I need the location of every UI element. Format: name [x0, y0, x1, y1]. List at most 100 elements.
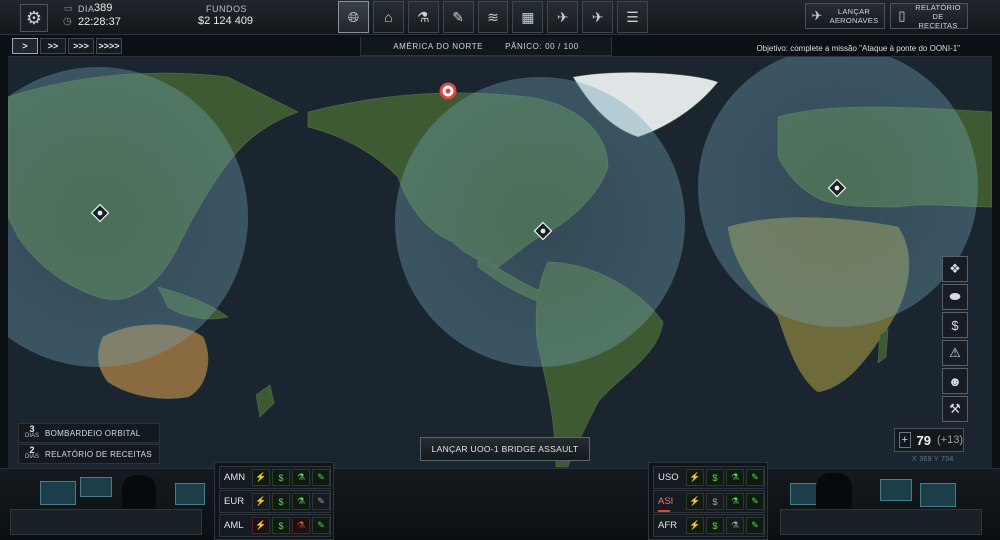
world-map[interactable] — [8, 56, 992, 469]
settings-gear-icon[interactable]: ⚙ — [20, 4, 48, 32]
money-status-icon: $ — [272, 469, 290, 486]
shield-plus-icon: + — [899, 432, 911, 448]
map-coordinates: X 369 Y 704 — [912, 456, 954, 463]
game-time: 22:28:37 — [78, 16, 121, 28]
speed-2-button[interactable]: >> — [40, 38, 66, 54]
satellite-icon: ⚡ — [686, 517, 704, 534]
globe-icon[interactable]: 🌐︎ — [338, 1, 369, 33]
region-panel-left: AMN ⚡ $ ⚗ ✎ EUR ⚡ $ ⚗ ✎ AML ⚡ $ ⚗ ✎ — [214, 462, 334, 540]
research-icon[interactable]: ⚗ — [407, 1, 439, 33]
region-code: AML — [224, 520, 244, 531]
event-days-label: DIAS — [24, 454, 39, 460]
region-code: EUR — [224, 496, 245, 507]
money-status-icon: $ — [706, 493, 724, 510]
launch-aircraft-button[interactable]: ✈ LANÇAR AERONAVES — [805, 3, 885, 29]
region-panic-bar: AMÉRICA DO NORTE PÂNICO: 00 / 100 — [360, 37, 612, 56]
credits-display: + 79 (+13) — [894, 428, 964, 452]
top-bar: ⚙ ▭ DIA 389 ◷ 22:28:37 FUNDOS $2 124 409… — [0, 0, 1000, 35]
region-code: USO — [658, 472, 679, 483]
mission-alert-marker[interactable] — [439, 82, 457, 100]
credits-delta: (+13) — [937, 434, 963, 446]
aircraft-launch-icon: ✈ — [811, 8, 823, 23]
clock-icon: ◷ — [63, 16, 72, 27]
event-orbital-bombardment[interactable]: 3 DIAS BOMBARDEIO ORBITAL — [18, 423, 160, 443]
launch-aircraft-label: LANÇAR AERONAVES — [829, 7, 879, 25]
money-icon[interactable]: $ — [942, 312, 968, 338]
region-row-aml[interactable]: AML ⚡ $ ⚗ ✎ — [219, 514, 331, 537]
alert-indicator — [658, 510, 670, 512]
satellite-icon: ⚡ — [252, 469, 270, 486]
region-row-uso[interactable]: USO ⚡ $ ⚗ ✎ — [653, 466, 765, 489]
region-panel-right: USO ⚡ $ ⚗ ✎ ASI ⚡ $ ⚗ ✎ AFR ⚡ $ ⚗ ✎ — [648, 462, 768, 540]
research-status-icon: ⚗ — [292, 517, 310, 534]
region-row-afr[interactable]: AFR ⚡ $ ⚗ ✎ — [653, 514, 765, 537]
money-status-icon: $ — [272, 493, 290, 510]
income-report-button[interactable]: ▯ RELATÓRIO DE RECEITAS — [890, 2, 968, 30]
launch-mission-button[interactable]: LANÇAR UOO-1 BRIDGE ASSAULT — [420, 437, 590, 461]
region-row-eur[interactable]: EUR ⚡ $ ⚗ ✎ — [219, 490, 331, 513]
engineering-icon[interactable]: ✎ — [442, 1, 474, 33]
warning-icon[interactable]: ⚠ — [942, 340, 968, 366]
facilities-icon[interactable]: ▦ — [512, 1, 544, 33]
research-status-icon: ⚗ — [726, 517, 744, 534]
speed-4-button[interactable]: >>>> — [96, 38, 122, 54]
region-row-amn[interactable]: AMN ⚡ $ ⚗ ✎ — [219, 466, 331, 489]
base-navigation: 🌐︎ ⌂ ⚗ ✎ ≋ ▦ ✈︎ ✈ ☰ — [336, 0, 650, 36]
credits-value: 79 — [916, 432, 931, 448]
funds-label: FUNDOS — [206, 4, 247, 14]
satellite-icon: ⚡ — [252, 517, 270, 534]
day-value: 389 — [94, 2, 113, 14]
money-status-icon: $ — [272, 517, 290, 534]
region-name: AMÉRICA DO NORTE — [393, 41, 484, 51]
engineering-status-icon: ✎ — [746, 493, 764, 510]
region-code: AMN — [224, 472, 246, 483]
report-icon[interactable]: ☰ — [617, 1, 649, 33]
event-income-report[interactable]: 2 DIAS RELATÓRIO DE RECEITAS — [18, 444, 160, 464]
speed-3-button[interactable]: >>> — [68, 38, 94, 54]
engineering-status-icon: ✎ — [312, 493, 330, 510]
satellite-icon: ⚡ — [686, 493, 704, 510]
crane-icon[interactable]: ⚒ — [942, 396, 968, 422]
barracks-icon[interactable]: ≋ — [477, 1, 509, 33]
region-code: ASI — [658, 496, 674, 507]
scientist-icon[interactable]: ☻ — [942, 368, 968, 394]
research-status-icon: ⚗ — [726, 469, 744, 486]
event-title: BOMBARDEIO ORBITAL — [45, 428, 141, 438]
income-report-label: RELATÓRIO DE RECEITAS — [915, 2, 961, 30]
engineering-status-icon: ✎ — [312, 517, 330, 534]
research-status-icon: ⚗ — [726, 493, 744, 510]
engineering-status-icon: ✎ — [312, 469, 330, 486]
research-status-icon: ⚗ — [292, 493, 310, 510]
satellite-icon: ⚡ — [686, 469, 704, 486]
map-graphic — [8, 57, 992, 468]
weapons-icon[interactable]: ✈︎ — [547, 1, 579, 33]
time-speed-controls: > >> >>> >>>> — [12, 38, 122, 54]
money-status-icon: $ — [706, 517, 724, 534]
research-status-icon: ⚗ — [292, 469, 310, 486]
mission-objective: Objetivo: complete a missão "Ataque à po… — [756, 44, 960, 53]
event-title: RELATÓRIO DE RECEITAS — [45, 449, 152, 459]
satellite-coverage-americas — [395, 77, 685, 367]
day-label: DIA — [78, 4, 95, 14]
crystals-icon[interactable]: ❖ — [942, 256, 968, 282]
control-room-right — [770, 469, 1000, 539]
capsules-icon[interactable]: ⬬ — [942, 284, 968, 310]
panic-label: PÂNICO: — [505, 41, 543, 51]
hangar-icon[interactable]: ⌂ — [372, 1, 404, 33]
region-code: AFR — [658, 520, 677, 531]
event-days-label: DIAS — [24, 433, 39, 439]
bottom-console — [0, 468, 1000, 539]
aircraft-icon[interactable]: ✈ — [582, 1, 614, 33]
control-room-left — [0, 469, 210, 539]
panic-value: 00 / 100 — [545, 41, 579, 51]
engineering-status-icon: ✎ — [746, 517, 764, 534]
speed-1-button[interactable]: > — [12, 38, 38, 54]
document-icon: ▯ — [898, 8, 906, 23]
calendar-icon: ▭ — [64, 3, 73, 13]
event-days: 3 — [29, 424, 35, 434]
satellite-icon: ⚡ — [252, 493, 270, 510]
engineering-status-icon: ✎ — [746, 469, 764, 486]
region-row-asi[interactable]: ASI ⚡ $ ⚗ ✎ — [653, 490, 765, 513]
funds-value: $2 124 409 — [198, 15, 254, 27]
event-days: 2 — [29, 445, 35, 455]
